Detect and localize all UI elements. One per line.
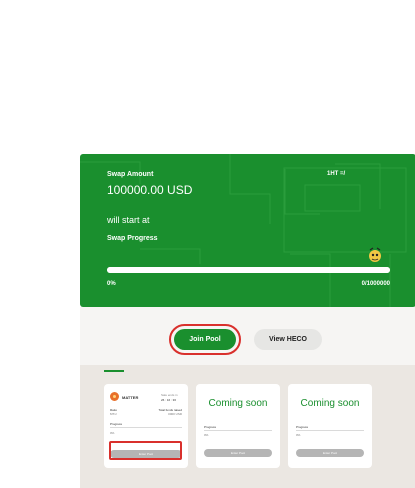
progress-label: Progress	[296, 425, 309, 429]
pool-card-coming-soon[interactable]: Coming soon Progress 0% Enter Pool	[196, 384, 280, 468]
ratio-value: MTx/	[110, 412, 117, 416]
progress-percent: 0%	[110, 431, 115, 435]
swap-progress-bar	[107, 267, 390, 273]
coming-soon-title: Coming soon	[300, 398, 360, 409]
progress-percent: 0%	[296, 433, 301, 437]
pool-card-coming-soon[interactable]: Coming soon Progress 0% Enter Pool	[288, 384, 372, 468]
funds-raised-value: 0000 USD	[168, 412, 182, 416]
swap-amount-label: Swap Amount	[107, 171, 154, 178]
action-row	[80, 307, 415, 365]
page: Swap Amount 100000.00 USD 1HT =/ will st…	[0, 0, 415, 488]
view-heco-button[interactable]: View HECO	[254, 329, 322, 350]
coming-soon-title: Coming soon	[208, 398, 268, 409]
pool-name: MATTER	[122, 395, 139, 400]
active-tab-indicator	[104, 370, 124, 372]
join-pool-button[interactable]: Join Pool	[174, 329, 236, 350]
matter-logo-icon	[110, 392, 119, 401]
swap-hero-banner: Swap Amount 100000.00 USD 1HT =/ will st…	[80, 154, 415, 307]
countdown: 26 : 16 : 36	[161, 398, 177, 402]
pool-progress-bar	[110, 427, 182, 428]
progress-label: Progress	[204, 425, 217, 429]
swap-progress-percent: 0%	[107, 281, 116, 287]
pool-progress-bar	[204, 430, 272, 431]
exchange-rate: 1HT =/	[327, 171, 346, 177]
swap-progress-label: Swap Progress	[107, 235, 158, 242]
mascot-icon	[369, 247, 381, 262]
sale-end-label: Sale ends in	[161, 393, 178, 397]
progress-percent: 0%	[204, 433, 209, 437]
swap-progress-fill	[107, 267, 390, 273]
enter-pool-highlight	[109, 441, 182, 460]
pool-progress-bar	[296, 430, 364, 431]
enter-pool-button[interactable]: Enter Pool	[204, 449, 272, 457]
progress-label: Progress	[110, 422, 123, 426]
swap-progress-count: 0/1000000	[361, 281, 390, 287]
enter-pool-button[interactable]: Enter Pool	[296, 449, 364, 457]
swap-amount-value: 100000.00 USD	[107, 183, 193, 197]
start-time-label: will start at	[107, 215, 150, 225]
